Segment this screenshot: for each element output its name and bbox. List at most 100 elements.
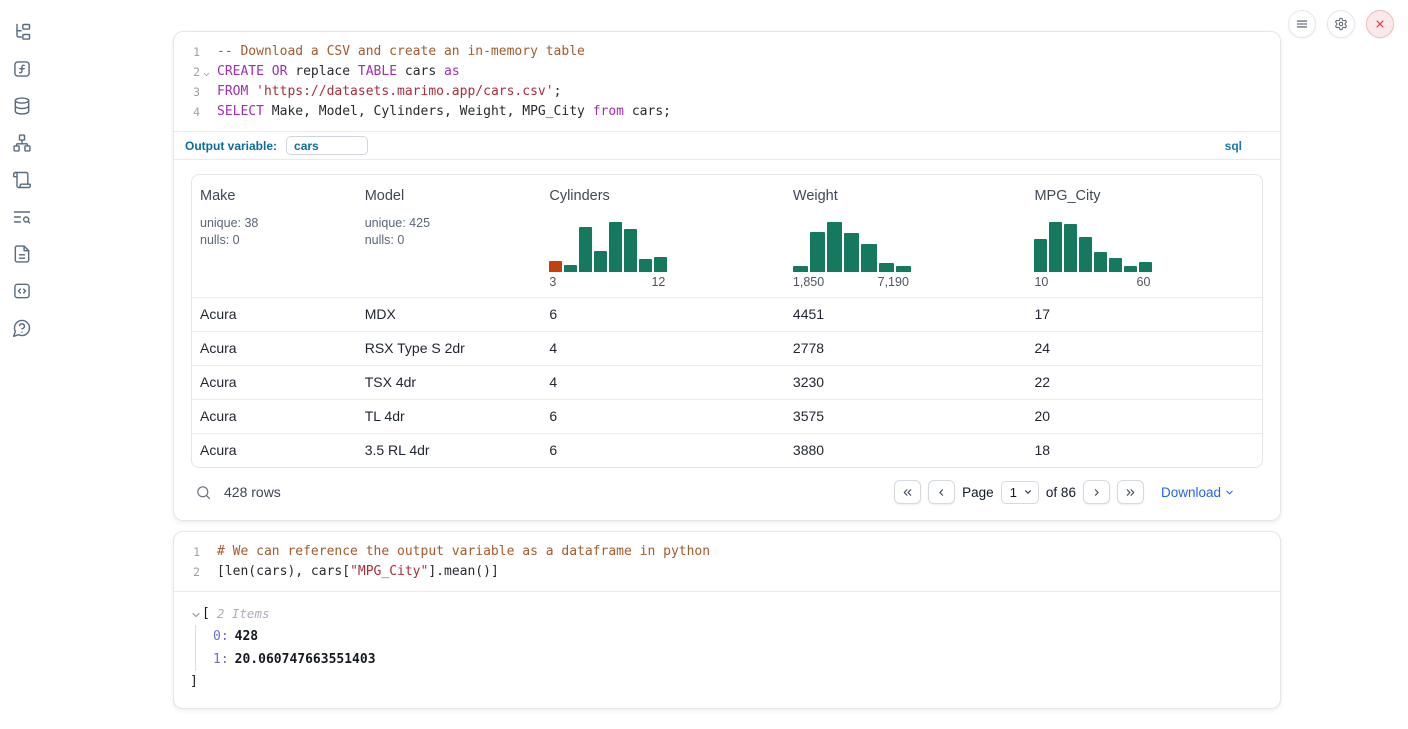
- code-line: 3FROM 'https://datasets.marimo.app/cars.…: [174, 82, 1280, 102]
- mpg_city-histogram: 1060: [1034, 222, 1152, 289]
- column-header-cylinders[interactable]: Cylinders312: [541, 175, 785, 297]
- table-cell: 2778: [785, 332, 1027, 365]
- last-page-button[interactable]: [1117, 480, 1144, 504]
- histogram-bar: [1139, 262, 1152, 272]
- histogram-bar: [654, 257, 667, 272]
- table-cell: 3.5 RL 4dr: [357, 434, 542, 467]
- column-header-make[interactable]: Make unique: 38nulls: 0: [192, 175, 357, 297]
- page-select[interactable]: 1: [1001, 481, 1039, 504]
- table-row: AcuraTSX 4dr4323022: [192, 365, 1262, 399]
- scroll-icon[interactable]: [12, 170, 32, 190]
- python-output: [ 2 Items 0:4281:20.060747663551403 ]: [174, 591, 1280, 708]
- code-text: [len(cars), cars["MPG_City"].mean()]: [200, 562, 499, 582]
- next-page-icon: [1090, 486, 1103, 499]
- close-button[interactable]: [1366, 10, 1394, 38]
- next-page-button[interactable]: [1083, 480, 1110, 504]
- cylinders-histogram: 312: [549, 222, 667, 289]
- column-name: Make: [200, 188, 349, 204]
- row-count: 428 rows: [224, 484, 281, 500]
- hist-max-label: 7,190: [878, 275, 909, 289]
- table-output: Make unique: 38nulls: 0Modelunique: 425nu…: [174, 159, 1280, 520]
- menu-icon: [1295, 17, 1309, 31]
- python-code-editor[interactable]: 1# We can reference the output variable …: [174, 532, 1280, 591]
- search-list-icon[interactable]: [12, 207, 32, 227]
- table-cell: MDX: [357, 298, 542, 331]
- snippets-icon[interactable]: [12, 281, 32, 301]
- line-number: 4: [174, 102, 200, 122]
- function-icon[interactable]: [12, 59, 32, 79]
- table-cell: 4451: [785, 298, 1027, 331]
- table-cell: Acura: [192, 332, 357, 365]
- table-row: AcuraTL 4dr6357520: [192, 399, 1262, 433]
- output-tree-entry: 1:20.060747663551403: [213, 648, 1264, 671]
- table-cell: 18: [1026, 434, 1262, 467]
- help-icon[interactable]: [12, 318, 32, 338]
- close-icon: [1373, 17, 1387, 31]
- gear-button[interactable]: [1327, 10, 1355, 38]
- search-icon[interactable]: [195, 484, 212, 501]
- menu-button[interactable]: [1288, 10, 1316, 38]
- output-tree-root: [ 2 Items: [190, 604, 1264, 624]
- table-cell: 17: [1026, 298, 1262, 331]
- column-name: MPG_City: [1034, 188, 1254, 204]
- table-footer: 428 rows Page 1 of 86 Download: [191, 468, 1263, 510]
- table-cell: 20: [1026, 400, 1262, 433]
- gear-icon: [1334, 17, 1348, 31]
- download-button[interactable]: Download: [1161, 485, 1235, 500]
- table-cell: 6: [541, 400, 785, 433]
- column-header-weight[interactable]: Weight 1,850 7,190: [785, 175, 1027, 297]
- code-text: # We can reference the output variable a…: [200, 542, 710, 562]
- column-name: Weight: [793, 188, 1019, 204]
- items-count-label: 2 Items: [217, 604, 270, 624]
- histogram-bar: [896, 266, 911, 272]
- histogram-bar: [793, 266, 808, 272]
- line-number: 2: [174, 62, 200, 82]
- output-variable-input[interactable]: [286, 136, 368, 155]
- output-variable-label: Output variable:: [185, 139, 277, 153]
- file-tree-icon[interactable]: [12, 22, 32, 42]
- pagination: Page 1 of 86: [894, 480, 1144, 504]
- column-header-model[interactable]: Modelunique: 425nulls: 0: [357, 175, 542, 297]
- code-line: 2[len(cars), cars["MPG_City"].mean()]: [174, 562, 1280, 582]
- chevron-down-icon: [1023, 487, 1033, 497]
- histogram-bar: [1124, 266, 1137, 272]
- code-line: 1-- Download a CSV and create an in-memo…: [174, 42, 1280, 62]
- last-page-icon: [1124, 486, 1137, 499]
- sql-code-editor[interactable]: 1-- Download a CSV and create an in-memo…: [174, 32, 1280, 131]
- collapse-icon[interactable]: [190, 608, 202, 620]
- table-cell: Acura: [192, 400, 357, 433]
- column-stats: unique: 38nulls: 0: [200, 215, 349, 248]
- table-cell: 3230: [785, 366, 1027, 399]
- database-icon[interactable]: [12, 96, 32, 116]
- python-cell: 1# We can reference the output variable …: [173, 531, 1281, 709]
- column-header-mpg_city[interactable]: MPG_City 1060: [1026, 175, 1262, 297]
- table-cell: TL 4dr: [357, 400, 542, 433]
- histogram-bar: [639, 259, 652, 272]
- table-cell: 24: [1026, 332, 1262, 365]
- column-name: Model: [365, 188, 534, 204]
- page-label: Page: [962, 485, 994, 500]
- histogram-bar: [1064, 224, 1077, 272]
- histogram-bar: [609, 222, 622, 272]
- hist-max-label: 12: [651, 275, 665, 289]
- close-bracket: ]: [190, 672, 1264, 692]
- page-total-label: of 86: [1046, 485, 1076, 500]
- line-number: 1: [174, 542, 200, 562]
- histogram-bar: [810, 232, 825, 272]
- table-row: AcuraMDX6445117: [192, 297, 1262, 331]
- table-cell: 6: [541, 434, 785, 467]
- fold-icon[interactable]: [202, 65, 211, 74]
- hist-max-label: 60: [1137, 275, 1151, 289]
- sidebar: [0, 0, 44, 338]
- prev-page-button[interactable]: [928, 480, 955, 504]
- hist-min-label: 1,850: [793, 275, 824, 289]
- document-icon[interactable]: [12, 244, 32, 264]
- line-number: 1: [174, 42, 200, 62]
- table-cell: TSX 4dr: [357, 366, 542, 399]
- dependency-graph-icon[interactable]: [12, 133, 32, 153]
- histogram-bar: [1109, 258, 1122, 272]
- histogram-bar: [624, 229, 637, 272]
- code-line: 4SELECT Make, Model, Cylinders, Weight, …: [174, 102, 1280, 122]
- code-text: CREATE OR replace TABLE cars as: [200, 62, 460, 82]
- first-page-button[interactable]: [894, 480, 921, 504]
